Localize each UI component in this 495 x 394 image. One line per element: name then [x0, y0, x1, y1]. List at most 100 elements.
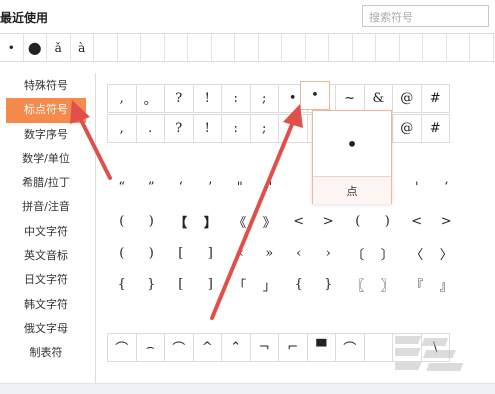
symbol-cell[interactable]: ‘ — [166, 173, 196, 202]
symbol-cell[interactable]: } — [137, 270, 167, 299]
symbol-cell[interactable]: 」 — [255, 270, 285, 299]
recent-symbol-cell[interactable] — [188, 34, 212, 61]
symbol-cell[interactable]: < — [284, 207, 314, 236]
category-russian-letters[interactable]: 俄文字母 — [6, 317, 86, 341]
symbol-cell[interactable]: 】 — [196, 207, 226, 236]
symbol-cell[interactable]: ! — [192, 84, 222, 113]
recent-symbol-cell[interactable]: ǎ — [47, 34, 71, 61]
category-english-phonetics[interactable]: 英文音标 — [6, 244, 86, 268]
recent-symbol-cell[interactable]: ● — [24, 34, 47, 61]
symbol-cell[interactable]: 〈 — [402, 239, 432, 268]
symbol-search-box[interactable] — [362, 5, 489, 28]
symbol-cell[interactable]: : — [221, 84, 251, 113]
symbol-cell[interactable]: ( — [107, 207, 137, 236]
symbol-cell[interactable]: } — [314, 270, 344, 299]
recent-symbol-cell[interactable] — [329, 34, 353, 61]
recent-symbol-cell[interactable] — [353, 34, 376, 61]
symbol-search-input[interactable] — [363, 7, 488, 28]
symbol-cell[interactable] — [278, 114, 308, 143]
symbol-cell[interactable]: > — [314, 207, 344, 236]
symbol-cell[interactable]: # — [420, 84, 450, 113]
symbol-cell[interactable]: ⌒ — [107, 333, 137, 362]
symbol-cell[interactable]: 『 — [402, 270, 432, 299]
hovered-symbol-cell[interactable]: • — [300, 81, 330, 110]
symbol-cell[interactable]: { — [284, 270, 314, 299]
symbol-cell[interactable]: . — [135, 114, 165, 143]
symbol-cell[interactable]: 〖 — [343, 270, 373, 299]
recent-symbol-cell[interactable] — [447, 34, 470, 61]
symbol-cell[interactable]: : — [221, 114, 251, 143]
symbol-cell[interactable]: « — [225, 239, 255, 268]
symbol-cell[interactable]: 「 — [225, 270, 255, 299]
category-pinyin-zhuyin[interactable]: 拼音/注音 — [6, 195, 86, 219]
symbol-cell[interactable]: » — [255, 239, 285, 268]
symbol-cell[interactable]: ) — [137, 239, 167, 268]
category-math-units[interactable]: 数学/单位 — [6, 147, 86, 171]
symbol-cell[interactable]: & — [363, 84, 393, 113]
recent-symbol-cell[interactable] — [282, 34, 306, 61]
recent-symbol-cell[interactable] — [470, 34, 494, 61]
symbol-cell[interactable]: ? — [164, 114, 194, 143]
symbol-cell[interactable]: ‹ — [284, 239, 314, 268]
symbol-cell[interactable]: › — [314, 239, 344, 268]
symbol-cell[interactable]: ¬ — [249, 333, 279, 362]
symbol-cell[interactable]: “ — [107, 173, 137, 202]
symbol-cell[interactable]: " — [225, 173, 255, 202]
symbol-cell[interactable]: ” — [137, 173, 167, 202]
symbol-cell[interactable]: ~ — [335, 84, 365, 113]
recent-symbol-cell[interactable] — [165, 34, 188, 61]
symbol-cell[interactable]: ' — [402, 173, 432, 202]
symbol-cell[interactable]: ? — [164, 84, 194, 113]
recent-symbol-cell[interactable] — [376, 34, 400, 61]
symbol-cell[interactable]: 〕 — [373, 239, 403, 268]
recent-symbol-cell[interactable]: à — [71, 34, 94, 61]
recent-symbol-cell[interactable] — [141, 34, 165, 61]
recent-symbol-cell[interactable]: • — [0, 34, 24, 61]
symbol-cell[interactable]: ( — [107, 239, 137, 268]
symbol-cell[interactable]: , — [107, 84, 137, 113]
symbol-cell[interactable]: [ — [166, 239, 196, 268]
symbol-cell[interactable]: 《 — [225, 207, 255, 236]
symbol-cell[interactable]: 》 — [255, 207, 285, 236]
category-box-drawing[interactable]: 制表符 — [6, 341, 86, 365]
symbol-cell[interactable]: ] — [196, 270, 226, 299]
symbol-cell[interactable]: ⌢ — [135, 333, 165, 362]
recent-symbol-cell[interactable] — [118, 34, 141, 61]
symbol-cell[interactable]: ! — [192, 114, 222, 143]
symbol-cell[interactable]: ; — [249, 84, 279, 113]
category-korean-chars[interactable]: 韩文字符 — [6, 293, 86, 317]
symbol-cell[interactable]: ▀ — [306, 333, 336, 362]
category-special-symbols[interactable]: 特殊符号 — [6, 74, 86, 98]
symbol-cell[interactable]: @ — [392, 84, 422, 113]
recent-symbol-cell[interactable] — [306, 34, 329, 61]
recent-symbol-cell[interactable] — [94, 34, 118, 61]
symbol-cell[interactable]: ‘ — [432, 173, 462, 202]
symbol-cell[interactable]: ( — [343, 207, 373, 236]
category-greek-latin[interactable]: 希腊/拉丁 — [6, 171, 86, 195]
symbol-cell[interactable]: 〉 — [432, 239, 462, 268]
symbol-cell[interactable]: , — [107, 114, 137, 143]
recent-symbol-cell[interactable] — [400, 34, 423, 61]
symbol-cell[interactable] — [363, 333, 393, 362]
symbol-cell[interactable]: @ — [392, 114, 422, 143]
symbol-cell[interactable]: 【 — [166, 207, 196, 236]
category-chinese-chars[interactable]: 中文字符 — [6, 220, 86, 244]
symbol-cell[interactable]: ⌒ — [335, 333, 365, 362]
recent-symbol-cell[interactable] — [235, 34, 259, 61]
symbol-cell[interactable]: < — [402, 207, 432, 236]
symbol-cell[interactable]: { — [107, 270, 137, 299]
symbol-cell[interactable]: 〗 — [373, 270, 403, 299]
recent-symbol-cell[interactable] — [423, 34, 447, 61]
symbol-cell[interactable]: ⌒ — [164, 333, 194, 362]
symbol-cell[interactable]: > — [432, 207, 462, 236]
symbol-cell[interactable]: ’ — [196, 173, 226, 202]
symbol-cell[interactable]: ) — [137, 207, 167, 236]
symbol-cell[interactable]: ) — [373, 207, 403, 236]
symbol-cell[interactable] — [284, 173, 314, 202]
symbol-cell[interactable]: ^ — [192, 333, 222, 362]
symbol-cell[interactable]: 〔 — [343, 239, 373, 268]
symbol-cell[interactable]: ⌐ — [278, 333, 308, 362]
symbol-cell[interactable]: # — [420, 114, 450, 143]
symbol-cell[interactable]: ] — [196, 239, 226, 268]
symbol-cell[interactable]: ; — [249, 114, 279, 143]
